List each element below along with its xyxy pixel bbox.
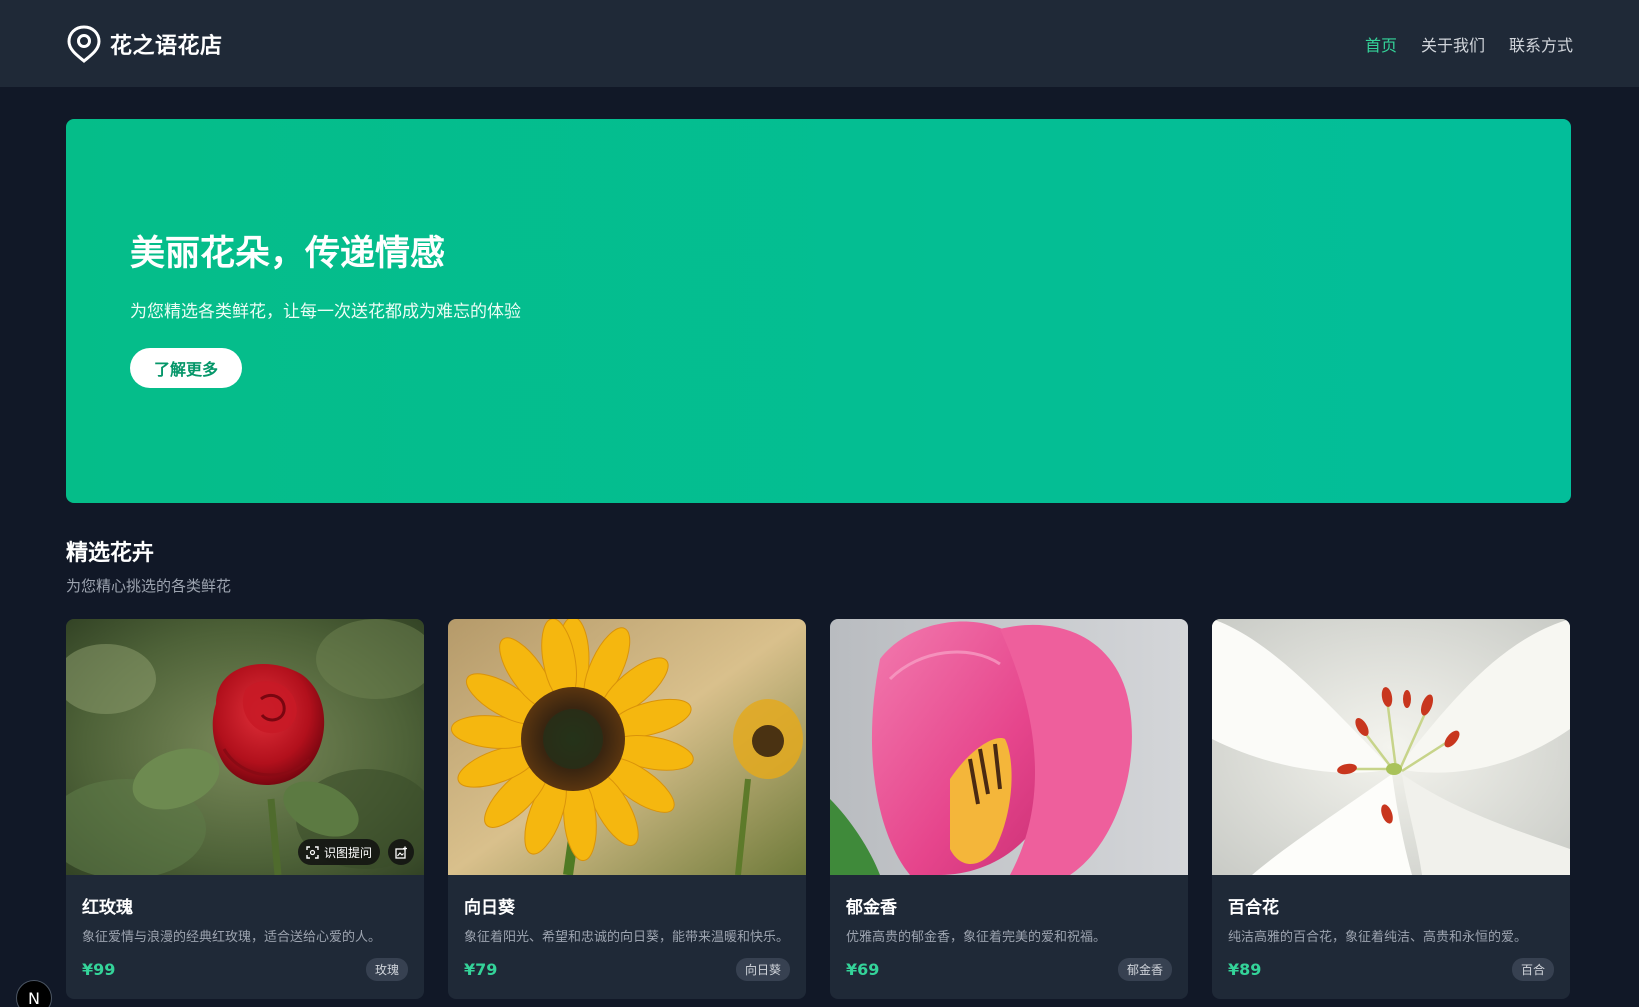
product-footer: ¥99 玫瑰 (82, 958, 408, 981)
product-card-sunflower[interactable]: 向日葵 象征着阳光、希望和忠诚的向日葵，能带来温暖和快乐。 ¥79 向日葵 (448, 619, 806, 999)
brand-name: 花之语花店 (110, 33, 223, 59)
section-subtitle: 为您精心挑选的各类鲜花 (66, 577, 232, 595)
product-name: 向日葵 (464, 898, 515, 918)
image-tools: 识图提问 (297, 839, 414, 865)
nav-link-contact[interactable]: 联系方式 (1509, 32, 1573, 56)
product-tag: 郁金香 (1117, 958, 1172, 981)
image-edit-button[interactable] (388, 839, 414, 865)
hero-title: 美丽花朵，传递情感 (130, 234, 446, 274)
ask-image-label: 识图提问 (323, 845, 372, 860)
product-footer: ¥89 百合 (1228, 958, 1554, 981)
product-grid: 识图提问 红玫瑰 象征爱情与浪漫的经典红玫瑰，适合送给心爱的人。 ¥99 玫瑰 (66, 619, 1570, 999)
featured-section-header: 精选花卉 为您精心挑选的各类鲜花 (66, 535, 231, 596)
product-price: ¥69 (846, 960, 880, 979)
dev-tools-badge[interactable]: N (16, 980, 52, 1007)
product-description: 纯洁高雅的百合花，象征着纯洁、高贵和永恒的爱。 (1228, 930, 1528, 945)
product-card-rose[interactable]: 识图提问 红玫瑰 象征爱情与浪漫的经典红玫瑰，适合送给心爱的人。 ¥99 玫瑰 (66, 619, 424, 999)
product-footer: ¥69 郁金香 (846, 958, 1172, 981)
product-description: 象征爱情与浪漫的经典红玫瑰，适合送给心爱的人。 (82, 930, 382, 945)
product-description: 象征着阳光、希望和忠诚的向日葵，能带来温暖和快乐。 (464, 930, 790, 945)
product-name: 郁金香 (846, 898, 897, 918)
product-name: 百合花 (1228, 898, 1279, 918)
sunflower-photo (448, 619, 806, 875)
brand[interactable]: 花之语花店 (66, 24, 223, 63)
top-navbar: 花之语花店 首页 关于我们 联系方式 (0, 0, 1639, 87)
ask-image-button[interactable]: 识图提问 (297, 839, 380, 865)
image-edit-icon (394, 846, 407, 859)
product-price: ¥79 (464, 960, 498, 979)
product-image-rose: 识图提问 (66, 619, 424, 875)
hero-banner: 美丽花朵，传递情感 为您精选各类鲜花，让每一次送花都成为难忘的体验 了解更多 (66, 119, 1571, 503)
product-description: 优雅高贵的郁金香，象征着完美的爱和祝福。 (846, 930, 1107, 945)
product-tag: 百合 (1511, 958, 1554, 981)
product-info: 百合花 纯洁高雅的百合花，象征着纯洁、高贵和永恒的爱。 ¥89 百合 (1212, 875, 1570, 999)
product-tag: 玫瑰 (365, 958, 408, 981)
product-info: 红玫瑰 象征爱情与浪漫的经典红玫瑰，适合送给心爱的人。 ¥99 玫瑰 (66, 875, 424, 999)
product-price: ¥99 (82, 960, 116, 979)
product-image-lily (1212, 619, 1570, 875)
lily-photo (1212, 619, 1570, 875)
section-title: 精选花卉 (66, 541, 155, 566)
product-image-sunflower (448, 619, 806, 875)
product-name: 红玫瑰 (82, 898, 133, 918)
tulip-photo (830, 619, 1188, 875)
product-card-lily[interactable]: 百合花 纯洁高雅的百合花，象征着纯洁、高贵和永恒的爱。 ¥89 百合 (1212, 619, 1570, 999)
nav-links: 首页 关于我们 联系方式 (1365, 32, 1573, 56)
product-image-tulip (830, 619, 1188, 875)
nav-link-home[interactable]: 首页 (1365, 32, 1397, 56)
product-card-tulip[interactable]: 郁金香 优雅高贵的郁金香，象征着完美的爱和祝福。 ¥69 郁金香 (830, 619, 1188, 999)
rose-photo (66, 619, 424, 875)
hero-subtitle: 为您精选各类鲜花，让每一次送花都成为难忘的体验 (130, 302, 521, 322)
learn-more-button[interactable]: 了解更多 (130, 348, 242, 388)
product-price: ¥89 (1228, 960, 1262, 979)
product-info: 向日葵 象征着阳光、希望和忠诚的向日葵，能带来温暖和快乐。 ¥79 向日葵 (448, 875, 806, 999)
location-pin-icon (67, 24, 101, 63)
product-footer: ¥79 向日葵 (464, 958, 790, 981)
scan-icon (306, 845, 319, 859)
product-info: 郁金香 优雅高贵的郁金香，象征着完美的爱和祝福。 ¥69 郁金香 (830, 875, 1188, 999)
product-tag: 向日葵 (735, 958, 790, 981)
nav-link-about[interactable]: 关于我们 (1421, 32, 1485, 56)
